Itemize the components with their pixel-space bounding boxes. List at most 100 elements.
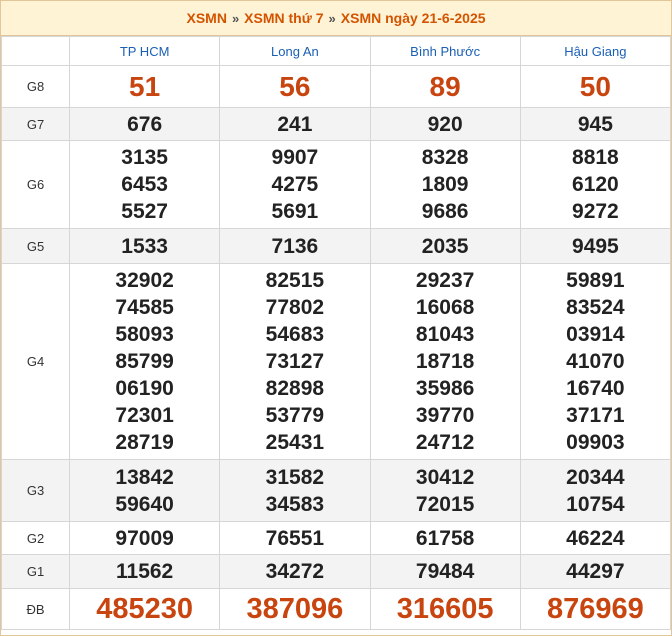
prize-cell: 676 — [68, 107, 221, 141]
prize-number: 03914 — [566, 323, 625, 346]
prize-number: 10754 — [566, 492, 625, 516]
prize-cell: 51 — [68, 65, 221, 108]
prize-number: 37171 — [566, 404, 625, 427]
prize-row: G7 676 241 920 945 — [1, 107, 672, 141]
prize-number: 34272 — [265, 560, 325, 583]
prize-number: 82515 — [265, 269, 325, 292]
prize-number: 74585 — [115, 296, 174, 319]
prize-label: G5 — [1, 228, 70, 264]
prize-number: 77802 — [265, 296, 325, 319]
prize-row: G1 11562 34272 79484 44297 — [1, 554, 672, 589]
prize-number: 72301 — [115, 404, 174, 427]
prize-label: G6 — [1, 140, 70, 229]
prize-number: 97009 — [115, 526, 174, 550]
header-empty-cell — [1, 36, 70, 66]
prize-cell: 920 — [369, 107, 521, 141]
province-link-binh-phuoc[interactable]: Bình Phước — [410, 44, 480, 59]
prize-number: 85799 — [115, 350, 174, 373]
prize-label: G2 — [1, 521, 70, 555]
prize-row: ĐB 485230 387096 316605 876969 — [1, 588, 672, 630]
prize-number: 50 — [579, 71, 611, 102]
prize-cell: 56 — [219, 65, 371, 108]
prize-cell: 29237 16068 81043 18718 35986 39770 24712 — [369, 263, 521, 460]
prize-number: 676 — [127, 112, 163, 136]
prize-number: 2035 — [421, 234, 469, 258]
prize-label: ĐB — [1, 588, 70, 630]
prize-label: G1 — [1, 554, 70, 589]
prize-number: 76551 — [265, 526, 325, 550]
prize-cell: 79484 — [369, 554, 521, 589]
prize-label: G8 — [1, 65, 70, 108]
prize-cell: 44297 — [519, 554, 672, 589]
prize-cell: 59891 83524 03914 41070 16740 37171 09903 — [519, 263, 672, 460]
prize-number: 72015 — [415, 492, 475, 516]
prize-cell: 945 — [519, 107, 672, 141]
prize-number: 3135 — [121, 146, 168, 169]
prize-cell: 30412 72015 — [369, 459, 521, 522]
prize-number: 6453 — [121, 173, 168, 196]
prize-number: 56 — [279, 71, 311, 102]
prize-cell: 241 — [219, 107, 371, 141]
prize-number: 30412 — [415, 465, 475, 489]
prize-cell: 8818 6120 9272 — [519, 140, 672, 229]
breadcrumb-xsmn-link[interactable]: XSMN — [186, 10, 226, 26]
prize-label: G7 — [1, 107, 70, 141]
prize-cell: 89 — [369, 65, 521, 108]
breadcrumb-separator: » — [231, 10, 240, 26]
prize-number: 31582 — [265, 465, 325, 489]
prize-number: 8818 — [572, 146, 619, 169]
prize-number: 09903 — [566, 431, 625, 454]
prize-number: 39770 — [415, 404, 475, 427]
prize-cell: 1533 — [68, 228, 221, 264]
prize-number: 387096 — [246, 592, 344, 625]
prize-cell: 34272 — [219, 554, 371, 589]
prize-label: G4 — [1, 263, 70, 460]
prize-number: 241 — [277, 112, 313, 136]
prize-number: 46224 — [566, 526, 625, 550]
prize-number: 9907 — [271, 146, 319, 169]
prize-number: 35986 — [415, 377, 475, 400]
prize-number: 28719 — [115, 431, 174, 454]
prize-number: 54683 — [265, 323, 325, 346]
prize-cell: 61758 — [369, 521, 521, 555]
prize-number: 53779 — [265, 404, 325, 427]
prize-number: 06190 — [115, 377, 174, 400]
prize-cell: 3135 6453 5527 — [68, 140, 221, 229]
prize-number: 13842 — [115, 465, 174, 489]
prize-number: 73127 — [265, 350, 325, 373]
province-link-tp-hcm[interactable]: TP HCM — [120, 44, 170, 59]
prize-number: 485230 — [96, 592, 194, 625]
prize-number: 1809 — [421, 173, 469, 196]
prize-number: 9495 — [572, 234, 619, 258]
prize-number: 945 — [577, 112, 613, 136]
prize-cell: 2035 — [369, 228, 521, 264]
prize-number: 5527 — [121, 200, 168, 223]
prize-cell: 46224 — [519, 521, 672, 555]
prize-number: 25431 — [265, 431, 325, 454]
prize-number: 1533 — [121, 234, 168, 258]
results-panel: XSMN » XSMN thứ 7 » XSMN ngày 21-6-2025 … — [0, 0, 672, 636]
prize-number: 9272 — [572, 200, 619, 223]
prize-number: 9686 — [421, 200, 469, 223]
prize-cell: 97009 — [68, 521, 221, 555]
prize-row: G6 3135 6453 5527 9907 4275 5691 8328 1809 9686 88… — [1, 140, 672, 229]
prize-number: 5691 — [271, 200, 319, 223]
prize-number: 24712 — [415, 431, 475, 454]
province-link-hau-giang[interactable]: Hậu Giang — [564, 44, 626, 59]
prize-number: 59891 — [566, 269, 625, 292]
province-link-long-an[interactable]: Long An — [271, 44, 319, 59]
prize-number: 18718 — [415, 350, 475, 373]
prize-number: 79484 — [415, 560, 475, 583]
prize-cell: 32902 74585 58093 85799 06190 72301 28719 — [68, 263, 221, 460]
prize-row: G2 97009 76551 61758 46224 — [1, 521, 672, 555]
prize-number: 41070 — [566, 350, 625, 373]
prize-number: 11562 — [116, 560, 174, 583]
prize-row: G3 13842 59640 31582 34583 30412 72015 20344 107… — [1, 459, 672, 522]
breadcrumb-xsmn-thu7-link[interactable]: XSMN thứ 7 — [244, 10, 323, 26]
prize-cell: 9907 4275 5691 — [219, 140, 371, 229]
prize-number: 20344 — [566, 465, 625, 489]
prize-cell: 7136 — [219, 228, 371, 264]
prize-number: 29237 — [415, 269, 475, 292]
breadcrumb-current-date-link[interactable]: XSMN ngày 21-6-2025 — [341, 10, 486, 26]
prize-cell: 316605 — [369, 588, 521, 630]
